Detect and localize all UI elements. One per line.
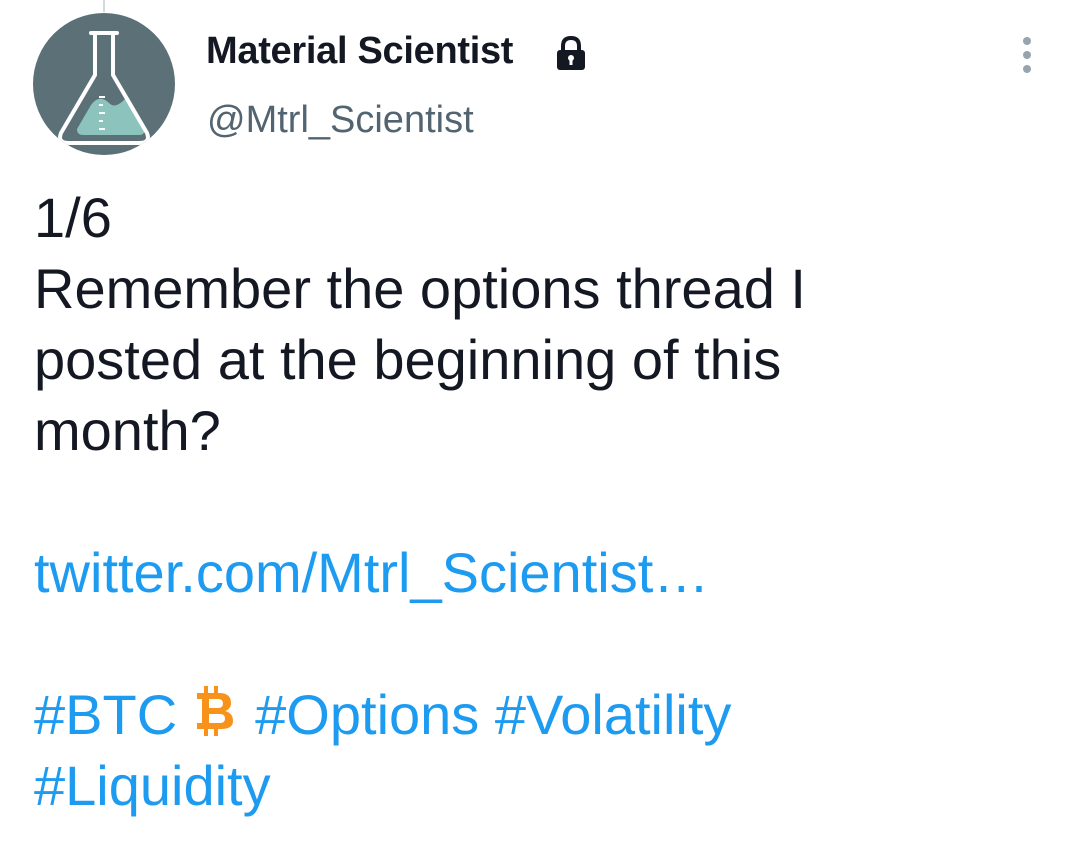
hashtags-options-volatility[interactable]: #Options #Volatility (255, 683, 731, 746)
avatar[interactable] (33, 13, 175, 155)
hashtag-liquidity[interactable]: #Liquidity (34, 750, 1054, 821)
author-handle[interactable]: @Mtrl_Scientist (207, 99, 474, 142)
tweet-text-line: month? (34, 399, 221, 462)
flask-icon (58, 31, 150, 145)
tweet-link[interactable]: twitter.com/Mtrl_Scientist… (34, 537, 1054, 608)
more-vertical-icon[interactable] (1008, 33, 1048, 77)
tweet-text: 1/6 Remember the options thread I posted… (34, 182, 1054, 821)
tweet-text-line: posted at the beginning of this (34, 328, 782, 391)
lock-icon (557, 35, 585, 70)
hashtag-btc[interactable]: #BTC (34, 683, 177, 746)
thread-counter: 1/6 (34, 186, 112, 249)
thread-connector-line (103, 0, 105, 12)
bitcoin-icon (197, 686, 234, 736)
author-display-name[interactable]: Material Scientist (206, 30, 513, 73)
tweet-text-line: Remember the options thread I (34, 257, 806, 320)
